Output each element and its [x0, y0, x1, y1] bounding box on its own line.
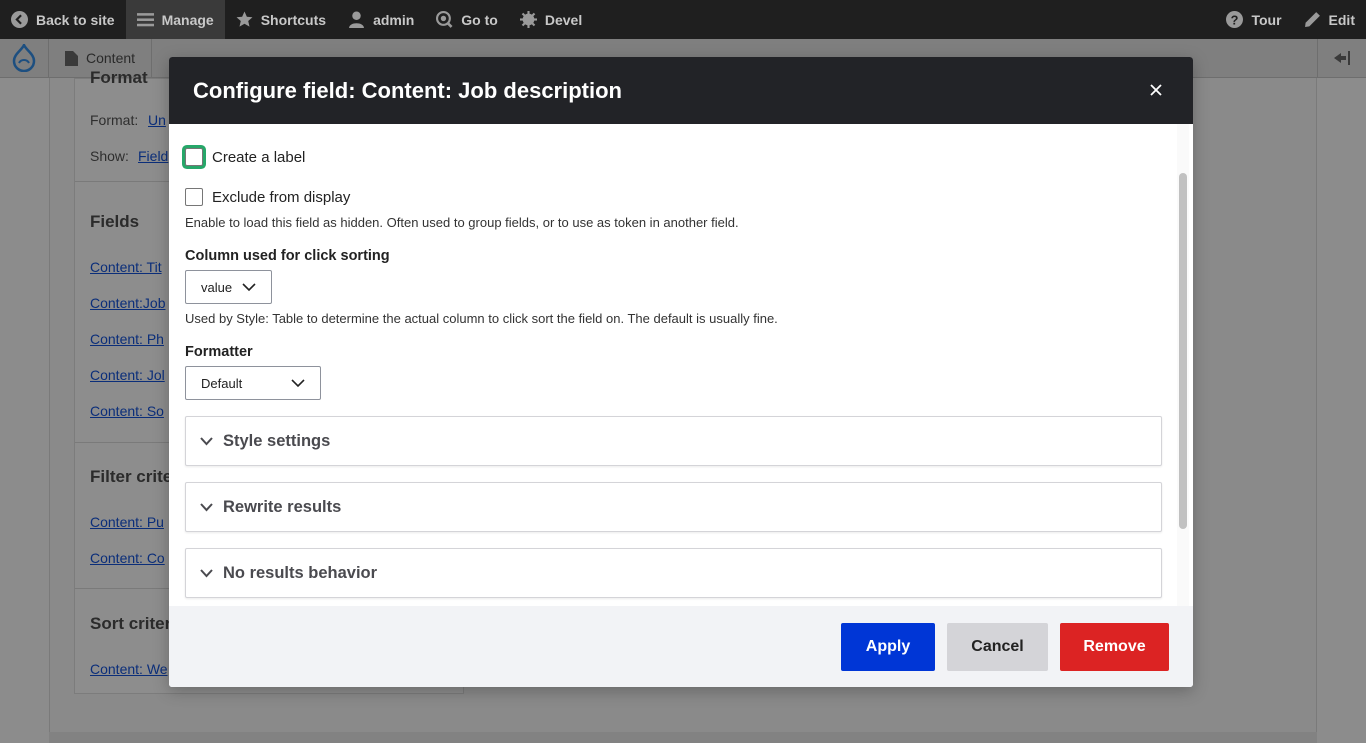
filter-link[interactable]: Content: Pu: [90, 514, 164, 530]
formatter-label: Formatter: [185, 344, 253, 360]
create-label-text: Create a label: [212, 148, 306, 166]
edit-label: Edit: [1328, 11, 1355, 28]
pencil-icon: [1304, 12, 1320, 27]
svg-text:?: ?: [1231, 12, 1239, 27]
filter-heading: Filter crite: [90, 467, 173, 486]
goto-label: Go to: [461, 11, 498, 28]
collapse-tray-icon[interactable]: [1317, 38, 1366, 78]
field-link[interactable]: Content:Job: [90, 295, 166, 311]
gear-icon: [519, 11, 537, 28]
chevron-down-icon: [200, 502, 213, 511]
dialog-footer: Apply Cancel Remove: [169, 606, 1193, 687]
manage-tab[interactable]: Manage: [125, 0, 225, 39]
sort-column-description: Used by Style: Table to determine the ac…: [185, 311, 778, 326]
section-title: No results behavior: [223, 563, 378, 582]
chevron-down-icon: [200, 568, 213, 577]
chevron-down-icon: [291, 378, 305, 387]
dialog-title: Configure field: Content: Job descriptio…: [193, 77, 622, 103]
goto-icon: [436, 11, 453, 28]
field-link[interactable]: Content: Tit: [90, 259, 162, 275]
star-icon: [236, 11, 253, 27]
sort-column-select[interactable]: value: [185, 270, 272, 304]
sort-column-value: value: [201, 279, 233, 295]
format-link[interactable]: Un: [148, 112, 166, 128]
field-link[interactable]: Content: Jol: [90, 367, 165, 383]
dialog-body: Create a label Exclude from display Enab…: [169, 124, 1193, 606]
shortcuts-tab[interactable]: Shortcuts: [225, 0, 337, 39]
sort-link[interactable]: Content: We: [90, 661, 168, 677]
section-title: Rewrite results: [223, 497, 342, 516]
user-tab[interactable]: admin: [337, 0, 425, 39]
edit-button[interactable]: Edit: [1293, 0, 1366, 39]
manage-label: Manage: [161, 11, 214, 28]
back-to-site-label: Back to site: [36, 11, 115, 28]
user-icon: [349, 11, 364, 28]
tour-label: Tour: [1251, 11, 1282, 28]
scrollbar-thumb[interactable]: [1179, 173, 1187, 529]
show-link[interactable]: Field: [138, 148, 168, 164]
sort-column-label: Column used for click sorting: [185, 248, 390, 264]
fields-heading: Fields: [90, 212, 140, 231]
chevron-down-icon: [242, 282, 256, 291]
remove-button[interactable]: Remove: [1060, 623, 1169, 671]
exclude-display-checkbox[interactable]: [185, 188, 203, 206]
admin-toolbar: Back to site Manage Shortcuts admin Go t…: [0, 0, 1366, 39]
create-label-row: Create a label: [185, 148, 305, 166]
exclude-display-row: Exclude from display: [185, 188, 350, 206]
format-label: Format:: [90, 112, 139, 128]
back-arrow-icon: [11, 11, 28, 28]
cancel-button[interactable]: Cancel: [947, 623, 1048, 671]
filter-link[interactable]: Content: Co: [90, 550, 165, 566]
shortcuts-label: Shortcuts: [260, 11, 327, 28]
exclude-description: Enable to load this field as hidden. Oft…: [185, 215, 739, 230]
devel-tab[interactable]: Devel: [509, 0, 593, 39]
field-link[interactable]: Content: So: [90, 403, 164, 419]
close-button[interactable]: [1147, 81, 1165, 99]
close-icon: [1150, 84, 1162, 96]
no-results-section[interactable]: No results behavior: [185, 548, 1162, 598]
back-to-site-link[interactable]: Back to site: [0, 0, 126, 39]
document-icon: [65, 50, 78, 66]
goto-tab[interactable]: Go to: [425, 0, 509, 39]
exclude-display-text: Exclude from display: [212, 188, 351, 206]
dialog-header: Configure field: Content: Job descriptio…: [169, 57, 1193, 124]
formatter-select[interactable]: Default: [185, 366, 321, 400]
page-footer: [49, 732, 1317, 743]
format-heading: Format: [90, 68, 148, 87]
style-settings-section[interactable]: Style settings: [185, 416, 1162, 466]
devel-label: Devel: [544, 11, 583, 28]
show-label: Show:: [90, 148, 129, 164]
rewrite-results-section[interactable]: Rewrite results: [185, 482, 1162, 532]
field-link[interactable]: Content: Ph: [90, 331, 164, 347]
drupal-logo-icon[interactable]: [0, 38, 49, 78]
sort-heading: Sort criter: [90, 614, 172, 633]
configure-field-dialog: Configure field: Content: Job descriptio…: [169, 57, 1193, 687]
apply-button[interactable]: Apply: [841, 623, 935, 671]
create-label-checkbox[interactable]: [185, 148, 203, 166]
menu-icon: [136, 13, 154, 27]
formatter-value: Default: [201, 375, 243, 391]
chevron-down-icon: [200, 436, 213, 445]
user-label: admin: [373, 11, 415, 28]
help-icon: ?: [1226, 11, 1244, 28]
tour-button[interactable]: ? Tour: [1215, 0, 1292, 39]
tray-content-label: Content: [86, 50, 136, 66]
section-title: Style settings: [223, 431, 331, 450]
